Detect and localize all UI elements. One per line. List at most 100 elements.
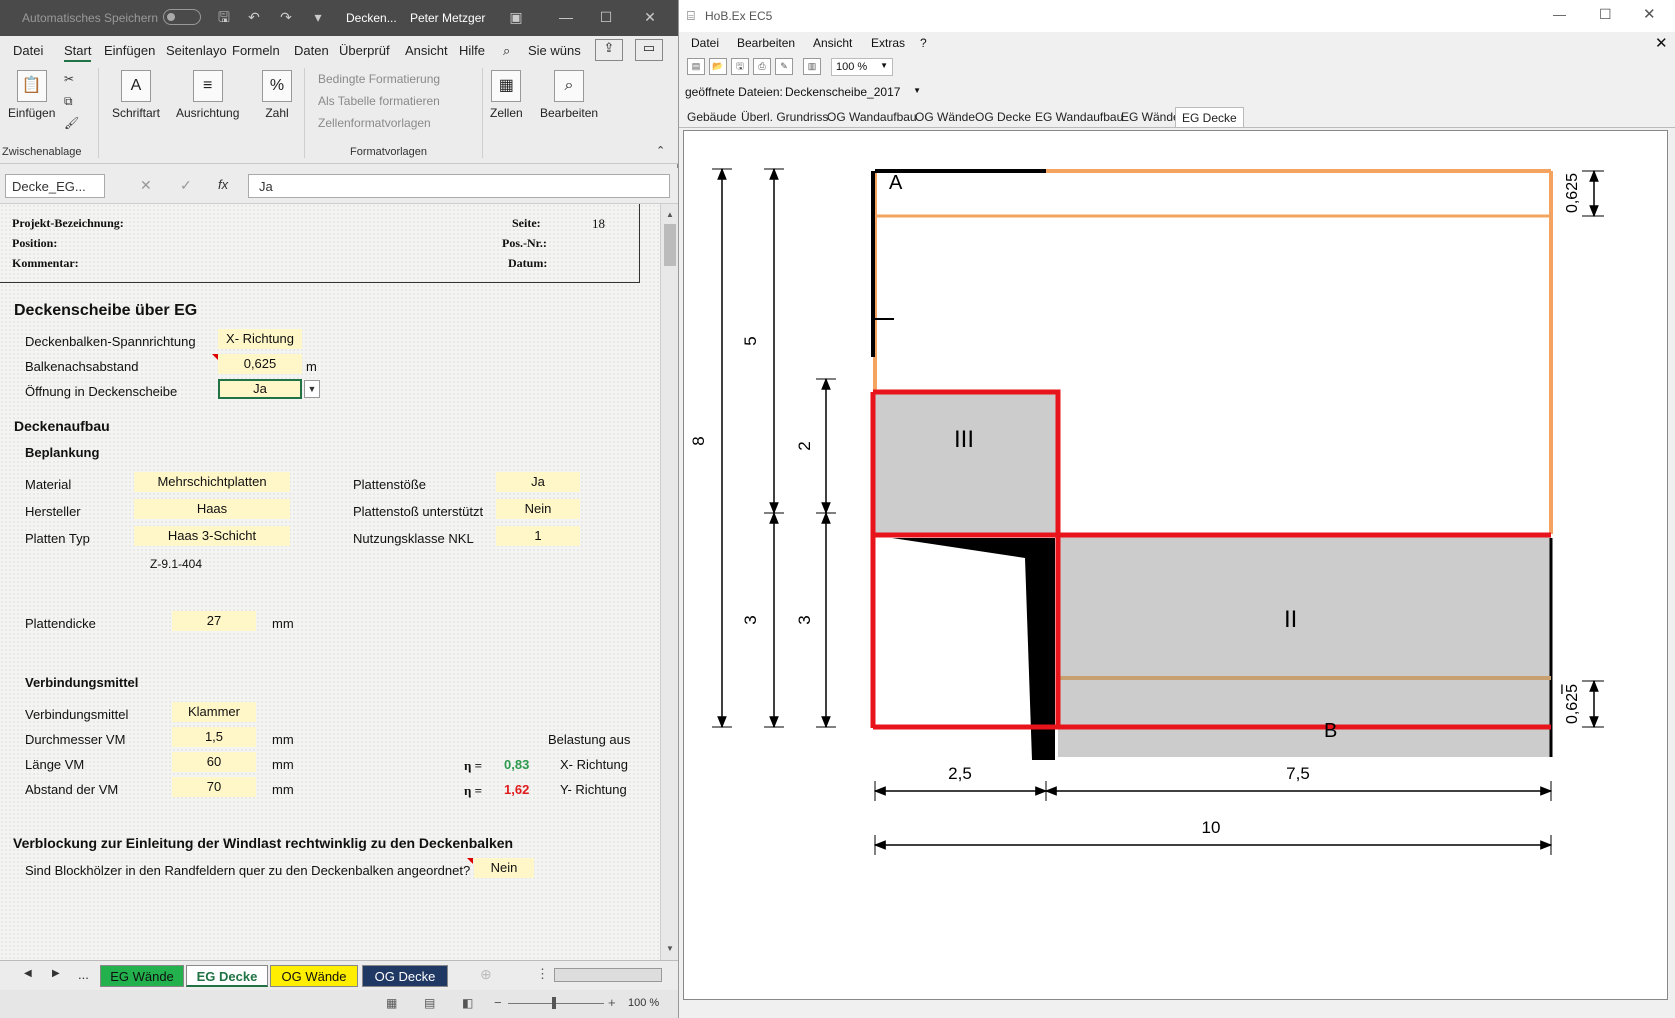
menu-help[interactable]: ? [920,36,927,50]
user-name[interactable]: Peter Metzger [410,11,485,25]
tab-ueberl-grundriss[interactable]: Überl. Grundriss [735,107,834,127]
blockhoelzer-cell[interactable]: Nein [474,858,534,878]
sheet-tab-eg-decke[interactable]: EG Decke [186,965,268,987]
zoom-slider-thumb[interactable] [552,997,556,1009]
bearbeiten-button[interactable]: ⌕ Bearbeiten [540,70,598,120]
ribbon-display-icon[interactable]: ▣ [506,8,526,26]
tab-ueberpruefen[interactable]: Überprüf [339,43,390,58]
comments-icon[interactable]: ▭ [635,39,663,61]
tab-og-wandaufbau[interactable]: OG Wandaufbau [821,107,923,127]
save-icon[interactable]: 🖫 [214,8,234,26]
vm-abstand-cell[interactable]: 70 [172,777,256,797]
zellenformatvorlagen-button[interactable]: Zellenformatvorlagen [318,116,431,130]
close-document-icon[interactable]: ✕ [1655,34,1668,52]
close-icon[interactable]: ✕ [1643,5,1656,23]
vertical-scrollbar[interactable]: ▲ ▼ [660,204,678,960]
menu-bearbeiten[interactable]: Bearbeiten [737,36,795,50]
spannrichtung-cell[interactable]: X- Richtung [218,329,302,349]
redo-icon[interactable]: ↷ [276,8,296,26]
tab-daten[interactable]: Daten [294,43,329,58]
vm-cell[interactable]: Klammer [172,702,256,722]
share-icon[interactable]: ⇪ [595,39,623,61]
tab-hilfe[interactable]: Hilfe [459,43,485,58]
typ-cell[interactable]: Haas 3-Schicht [134,526,290,546]
tab-gebaeude[interactable]: Gebäude [681,107,742,127]
zoom-level[interactable]: 100 % [628,997,659,1009]
maximize-icon[interactable]: ☐ [596,8,616,26]
zoom-slider[interactable] [508,1003,604,1004]
autosave-toggle[interactable] [163,9,201,25]
menu-ansicht[interactable]: Ansicht [813,36,852,50]
nkl-cell[interactable]: 1 [496,526,580,546]
scroll-up-icon[interactable]: ▲ [664,210,676,220]
sheet-tab-og-decke[interactable]: OG Decke [362,965,448,987]
dicke-cell[interactable]: 27 [172,611,256,631]
sheet-tab-eg-waende[interactable]: EG Wände [100,965,184,987]
tab-eg-decke[interactable]: EG Decke [1175,107,1244,127]
save-icon[interactable]: 🖫 [731,58,749,75]
zoom-out-icon[interactable]: − [494,995,502,1010]
drawing-canvas[interactable]: A B III II 8 5 3 2 3 0,625 0,625 I 2,5 7… [683,130,1668,1000]
search-icon[interactable]: ⌕ [503,43,510,59]
zellen-button[interactable]: ▦ Zellen [490,70,523,120]
schriftart-button[interactable]: A Schriftart [112,70,160,120]
scroll-thumb[interactable] [664,224,676,266]
minimize-icon[interactable]: — [1553,7,1566,22]
formula-input[interactable]: Ja [248,174,670,198]
oeffnung-cell[interactable]: Ja [218,379,302,399]
zoom-in-icon[interactable]: + [608,995,616,1010]
enter-icon[interactable]: ✓ [180,177,192,194]
insert-function-icon[interactable]: fx [218,177,228,192]
menu-datei[interactable]: Datei [691,36,719,50]
zoom-select[interactable]: 100 % ▼ [831,58,893,76]
tab-start[interactable]: Start [64,43,92,62]
dropdown-arrow-icon[interactable]: ▼ [304,380,320,398]
name-box[interactable]: Decke_EG... [5,174,105,198]
more-sheets[interactable]: ... [78,967,89,982]
open-files-select[interactable]: Deckenscheibe_2017 ▼ [783,82,927,102]
cancel-icon[interactable]: ✕ [140,177,152,194]
edit-icon[interactable]: ✎ [775,58,793,75]
prev-sheet-icon[interactable]: ◀ [24,968,32,979]
undo-icon[interactable]: ↶ [244,8,264,26]
tab-ansicht[interactable]: Ansicht [405,43,448,58]
cut-icon[interactable]: ✂ [64,72,74,86]
hersteller-cell[interactable]: Haas [134,499,290,519]
menu-extras[interactable]: Extras [871,36,905,50]
tab-formeln[interactable]: Formeln [232,43,280,58]
einfuegen-button[interactable]: 📋 Einfügen [8,70,55,120]
minimize-icon[interactable]: — [556,8,576,26]
tab-einfuegen[interactable]: Einfügen [104,43,155,58]
normal-view-icon[interactable]: ▦ [386,996,397,1010]
als-tabelle-button[interactable]: Als Tabelle formatieren [318,94,440,108]
stoss-unterstuetzt-cell[interactable]: Nein [496,499,580,519]
laenge-cell[interactable]: 60 [172,752,256,772]
scroll-down-icon[interactable]: ▼ [664,944,676,954]
close-icon[interactable]: ✕ [640,8,660,26]
export-icon[interactable]: ▥ [803,58,821,75]
sheet-tab-og-waende[interactable]: OG Wände [270,965,358,987]
bedingte-formatierung-button[interactable]: Bedingte Formatierung [318,72,440,86]
page-layout-icon[interactable]: ▤ [424,996,435,1010]
horizontal-scrollbar[interactable] [554,968,662,982]
open-icon[interactable]: 📂 [709,58,727,75]
zahl-button[interactable]: % Zahl [262,70,292,120]
page-break-icon[interactable]: ◧ [462,996,473,1010]
collapse-ribbon-icon[interactable]: ⌃ [656,144,665,157]
durchmesser-cell[interactable]: 1,5 [172,727,256,747]
next-sheet-icon[interactable]: ▶ [52,968,60,979]
ausrichtung-button[interactable]: ≡ Ausrichtung [176,70,239,120]
customize-icon[interactable]: ▾ [308,8,328,26]
add-sheet-icon[interactable]: ⊕ [480,966,492,983]
tab-og-decke[interactable]: OG Decke [969,107,1037,127]
print-icon[interactable]: ⎙ [753,58,771,75]
format-painter-icon[interactable]: 🖌 [64,116,79,130]
stoesse-cell[interactable]: Ja [496,472,580,492]
tab-splitter-icon[interactable]: ⋮ [536,966,549,982]
new-icon[interactable]: ▤ [687,58,705,75]
material-cell[interactable]: Mehrschichtplatten [134,472,290,492]
tell-me-input[interactable]: Sie wüns [528,43,581,58]
copy-icon[interactable]: ⧉ [64,94,73,109]
tab-seitenlayout[interactable]: Seitenlayo [166,43,227,58]
maximize-icon[interactable]: ☐ [1599,6,1612,23]
